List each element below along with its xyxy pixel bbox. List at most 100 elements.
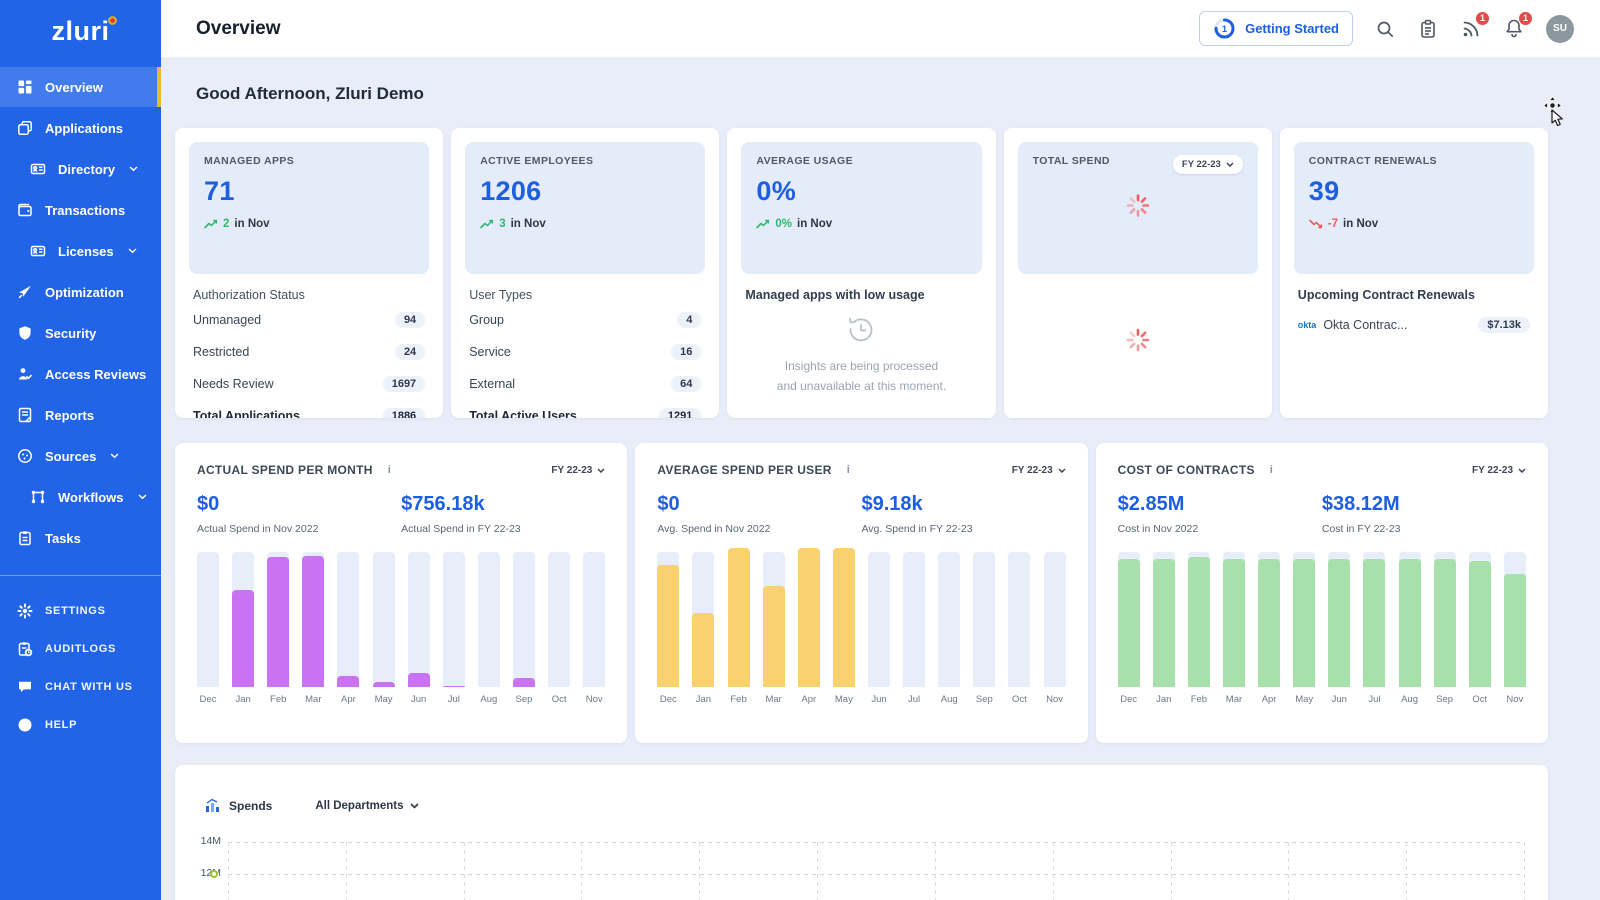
sidebar-item-reports[interactable]: Reports	[0, 395, 161, 435]
bar-dec[interactable]	[657, 552, 679, 687]
gridline-vertical	[581, 842, 582, 900]
section-title: Authorization Status	[193, 288, 425, 302]
sidebar-item-access-reviews[interactable]: Access Reviews	[0, 354, 161, 394]
sidebar-item-help[interactable]: ?HELP	[0, 706, 161, 744]
bar-nov[interactable]	[1504, 552, 1526, 687]
user-avatar[interactable]: SU	[1546, 15, 1574, 43]
gridline-vertical	[1288, 842, 1289, 900]
bar-fill	[1363, 559, 1385, 687]
chevron-down-icon	[110, 453, 119, 459]
bar-jun[interactable]	[868, 552, 890, 687]
sidebar-item-sources[interactable]: Sources	[0, 436, 161, 476]
bar-feb[interactable]	[267, 552, 289, 687]
optimization-icon	[17, 284, 33, 300]
fy-period-dropdown[interactable]: FY 22-23	[1012, 465, 1066, 476]
tasks-clipboard-button[interactable]	[1417, 18, 1439, 40]
bar-oct[interactable]	[548, 552, 570, 687]
fy-period-dropdown[interactable]: FY 22-23	[551, 465, 605, 476]
bar-aug[interactable]	[478, 552, 500, 687]
bar-may[interactable]	[833, 552, 855, 687]
bar-sep[interactable]	[1434, 552, 1456, 687]
actual-spend-chart-card: ACTUAL SPEND PER MONTH i FY 22-23 $0 Act…	[175, 443, 627, 743]
sources-icon	[17, 448, 33, 464]
logo-text: zluri	[51, 16, 109, 47]
svg-text:?: ?	[22, 720, 28, 730]
bar-aug[interactable]	[1399, 552, 1421, 687]
page-title: Overview	[196, 18, 281, 40]
bar-fill	[337, 676, 359, 687]
bar-may[interactable]	[373, 552, 395, 687]
spends-chart-card: Spends All Departments 14M 12M	[175, 765, 1548, 900]
bar-mar[interactable]	[763, 552, 785, 687]
bar-mar[interactable]	[1223, 552, 1245, 687]
bar-sep[interactable]	[513, 552, 535, 687]
bar-nov[interactable]	[583, 552, 605, 687]
series-start-point[interactable]	[210, 870, 218, 878]
notifications-button[interactable]: 1	[1503, 18, 1525, 40]
bar-jul[interactable]	[1363, 552, 1385, 687]
sidebar-item-auditlogs[interactable]: AUDITLOGS	[0, 630, 161, 668]
fy-period-dropdown[interactable]: FY 22-23	[1472, 465, 1526, 476]
info-icon[interactable]: i	[1270, 464, 1273, 476]
sidebar-item-licenses[interactable]: Licenses	[0, 231, 161, 271]
row-count-badge: 4	[677, 312, 701, 328]
month-label: Jul	[443, 694, 465, 705]
bar-dec[interactable]	[197, 552, 219, 687]
stat-change-value: -7	[1328, 218, 1338, 230]
chart-stat-caption: Avg. Spend in Nov 2022	[657, 523, 861, 535]
sidebar-item-tasks[interactable]: Tasks	[0, 518, 161, 558]
bar-jun[interactable]	[408, 552, 430, 687]
bar-apr[interactable]	[1258, 552, 1280, 687]
stat-change-value: 2	[223, 218, 229, 230]
sidebar-item-applications[interactable]: Applications	[0, 108, 161, 148]
bar-oct[interactable]	[1469, 552, 1491, 687]
sidebar-item-overview[interactable]: Overview	[0, 67, 161, 107]
stat-list-row: Restricted 24	[193, 336, 425, 368]
bar-jan[interactable]	[692, 552, 714, 687]
bar-feb[interactable]	[1188, 552, 1210, 687]
search-button[interactable]	[1374, 18, 1396, 40]
bar-jan[interactable]	[232, 552, 254, 687]
bar-fill	[1188, 557, 1210, 687]
sidebar-item-optimization[interactable]: Optimization	[0, 272, 161, 312]
bar-may[interactable]	[1293, 552, 1315, 687]
bar-feb[interactable]	[728, 552, 750, 687]
bar-apr[interactable]	[798, 552, 820, 687]
logo-dot-icon	[108, 16, 117, 25]
bar-nov[interactable]	[1044, 552, 1066, 687]
sidebar-item-directory[interactable]: Directory	[0, 149, 161, 189]
sidebar-item-chat-with-us[interactable]: CHAT WITH US	[0, 668, 161, 706]
info-icon[interactable]: i	[388, 464, 391, 476]
stat-label: CONTRACT RENEWALS	[1309, 155, 1519, 167]
sidebar-item-security[interactable]: Security	[0, 313, 161, 353]
bar-oct[interactable]	[1008, 552, 1030, 687]
chart-stat-caption: Avg. Spend in FY 22-23	[861, 523, 1065, 535]
bar-aug[interactable]	[938, 552, 960, 687]
bar-jun[interactable]	[1328, 552, 1350, 687]
bar-mar[interactable]	[302, 552, 324, 687]
sidebar-item-settings[interactable]: SETTINGS	[0, 592, 161, 630]
activity-feed-button[interactable]: 1	[1460, 18, 1482, 40]
bar-sep[interactable]	[973, 552, 995, 687]
fy-period-dropdown[interactable]: FY 22-23	[1173, 155, 1243, 174]
chevron-down-icon	[138, 494, 147, 500]
zluri-logo[interactable]: zluri	[0, 0, 161, 62]
bar-jan[interactable]	[1153, 552, 1175, 687]
managed-apps-card: MANAGED APPS 71 2 in Nov Authorization S…	[175, 128, 443, 418]
spends-chart-grid	[228, 842, 1524, 900]
bar-apr[interactable]	[337, 552, 359, 687]
trend-up-icon	[756, 219, 770, 229]
chart-title: COST OF CONTRACTS	[1118, 463, 1255, 477]
contract-renewal-row[interactable]: okta Okta Contrac... $7.13k	[1298, 308, 1530, 342]
getting-started-button[interactable]: 1 Getting Started	[1199, 11, 1353, 46]
bar-dec[interactable]	[1118, 552, 1140, 687]
chart-title: AVERAGE SPEND PER USER	[657, 463, 831, 477]
info-icon[interactable]: i	[847, 464, 850, 476]
fy-period-value: FY 22-23	[1472, 465, 1513, 476]
bar-jul[interactable]	[443, 552, 465, 687]
department-filter-dropdown[interactable]: All Departments	[315, 800, 418, 812]
sidebar-item-transactions[interactable]: Transactions	[0, 190, 161, 230]
bar-chart-months: DecJanFebMarAprMayJunJulAugSepOctNov	[657, 694, 1065, 705]
bar-jul[interactable]	[903, 552, 925, 687]
sidebar-item-workflows[interactable]: Workflows	[0, 477, 161, 517]
